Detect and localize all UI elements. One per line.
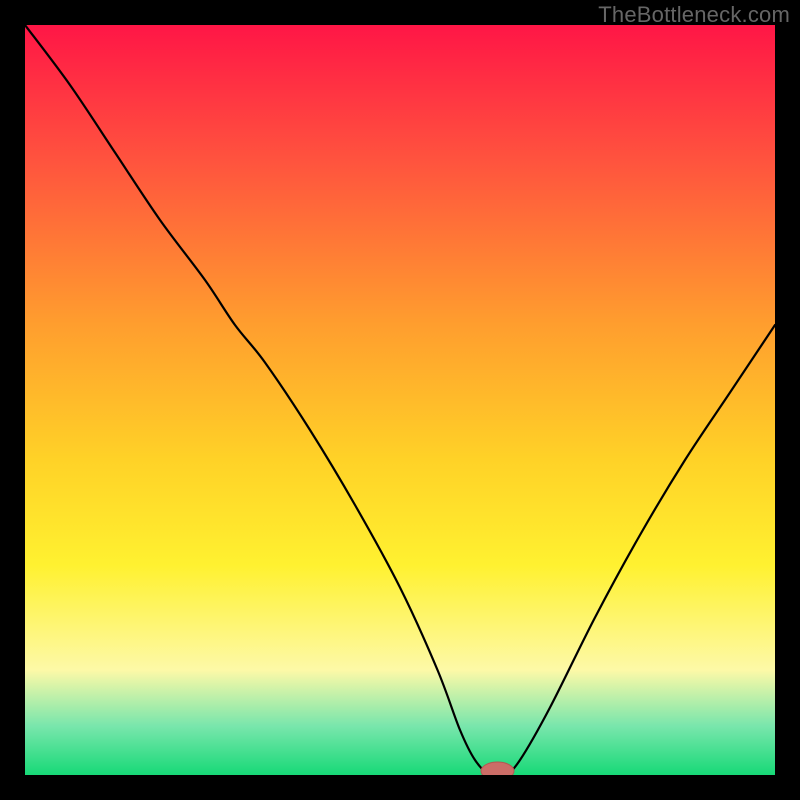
bottleneck-chart: [25, 25, 775, 775]
plot-area: [25, 25, 775, 775]
watermark-text: TheBottleneck.com: [598, 2, 790, 28]
chart-frame: TheBottleneck.com: [0, 0, 800, 800]
gradient-background: [25, 25, 775, 775]
